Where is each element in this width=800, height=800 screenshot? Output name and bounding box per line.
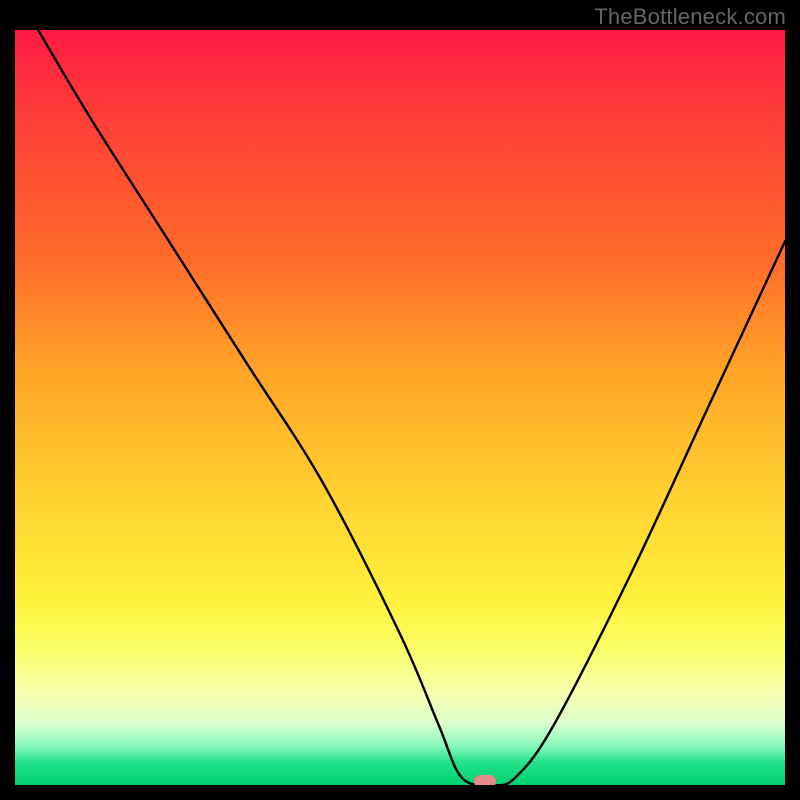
bottleneck-curve: [15, 30, 785, 785]
plot-area: [15, 30, 785, 785]
watermark-text: TheBottleneck.com: [594, 4, 786, 30]
chart-frame: TheBottleneck.com: [0, 0, 800, 800]
optimal-marker: [474, 775, 496, 785]
